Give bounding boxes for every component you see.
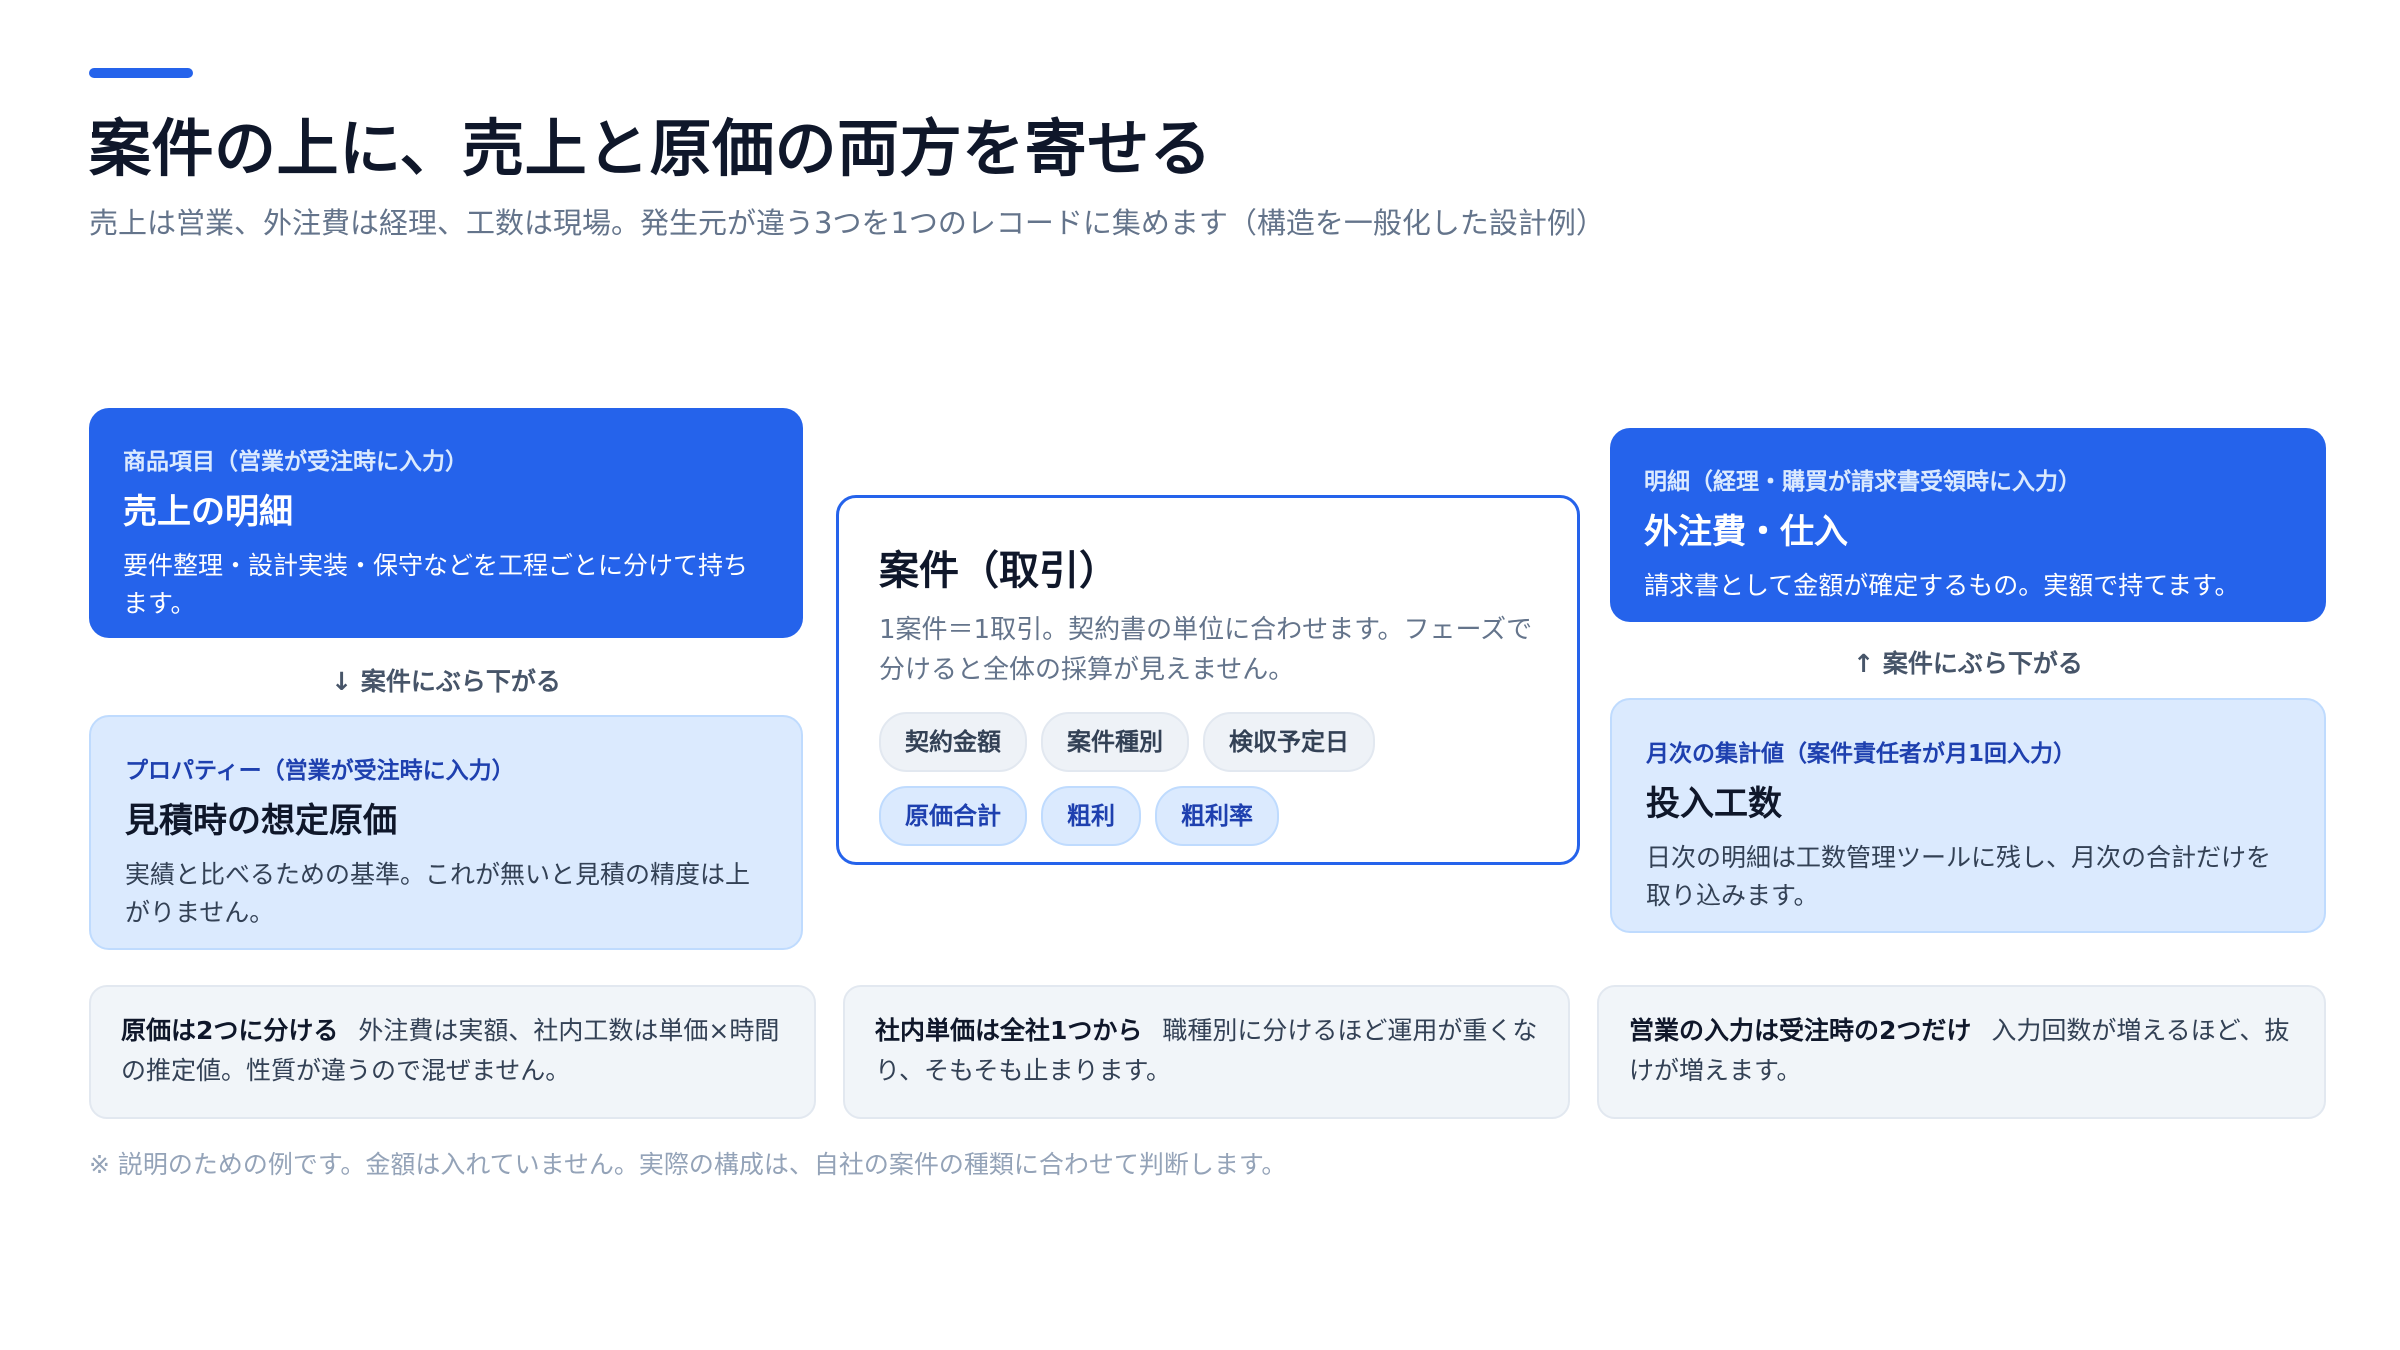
outsourcing-title: 外注費・仕入 [1644, 512, 1848, 552]
sales-detail-title: 売上の明細 [123, 492, 293, 532]
sales-detail-card: 商品項目（営業が受注時に入力） 売上の明細 要件整理・設計実装・保守などを工程ご… [89, 408, 803, 638]
estimate-cost-kicker: プロパティー（営業が受注時に入力） [125, 758, 515, 784]
outsourcing-kicker: 明細（経理・購買が請求書受領時に入力） [1644, 469, 2081, 495]
sales-detail-description: 要件整理・設計実装・保守などを工程ごとに分けて持ちます。 [123, 551, 749, 618]
field-chip-total-cost: 原価合計 [879, 786, 1027, 846]
labor-hours-description: 日次の明細は工数管理ツールに残し、月次の合計だけを取り込みます。 [1646, 843, 2272, 910]
page-title: 案件の上に、売上と原価の両方を寄せる [89, 112, 1213, 185]
estimate-cost-card: プロパティー（営業が受注時に入力） 見積時の想定原価 実績と比べるための基準。こ… [89, 715, 803, 950]
right-connector-label: ↑ 案件にぶら下がる [1853, 649, 2083, 678]
field-chip-contract-amount: 契約金額 [879, 712, 1027, 772]
labor-hours-kicker: 月次の集計値（案件責任者が月1回入力） [1646, 741, 2077, 767]
field-chip-gross-margin: 粗利率 [1155, 786, 1279, 846]
field-chip-gross-profit: 粗利 [1041, 786, 1141, 846]
outsourcing-description: 請求書として金額が確定するもの。実額で持てます。 [1644, 571, 2240, 600]
title-accent-bar [89, 68, 193, 78]
page-subtitle: 売上は営業、外注費は経理、工数は現場。発生元が違う3つを1つのレコードに集めます… [89, 206, 1605, 240]
field-chip-acceptance-date: 検収予定日 [1203, 712, 1375, 772]
left-connector-label: ↓ 案件にぶら下がる [331, 667, 561, 696]
sales-detail-kicker: 商品項目（営業が受注時に入力） [123, 449, 468, 475]
field-chip-deal-type: 案件種別 [1041, 712, 1189, 772]
outsourcing-card: 明細（経理・購買が請求書受領時に入力） 外注費・仕入 請求書として金額が確定する… [1610, 428, 2326, 622]
labor-hours-card: 月次の集計値（案件責任者が月1回入力） 投入工数 日次の明細は工数管理ツールに残… [1610, 698, 2326, 933]
deal-card: 案件（取引） 1案件＝1取引。契約書の単位に合わせます。フェーズで分けると全体の… [836, 495, 1580, 865]
note-heading: 社内単価は全社1つから [875, 1016, 1143, 1045]
note-heading: 営業の入力は受注時の2つだけ [1629, 1016, 1972, 1045]
note-heading: 原価は2つに分ける [121, 1016, 339, 1045]
estimate-cost-title: 見積時の想定原価 [125, 801, 397, 841]
footnote: ※ 説明のための例です。金額は入れていません。実際の構成は、自社の案件の種類に合… [89, 1150, 1287, 1179]
deal-profit-fields: 原価合計 粗利 粗利率 [879, 786, 1537, 846]
note-card-cost-split: 原価は2つに分ける 外注費は実額、社内工数は単価×時間の推定値。性質が違うので混ぜ… [89, 985, 816, 1119]
note-card-sales-input: 営業の入力は受注時の2つだけ 入力回数が増えるほど、抜けが増えます。 [1597, 985, 2326, 1119]
deal-basic-fields: 契約金額 案件種別 検収予定日 [879, 712, 1537, 772]
deal-description: 1案件＝1取引。契約書の単位に合わせます。フェーズで分けると全体の採算が見えませ… [879, 615, 1533, 685]
estimate-cost-description: 実績と比べるための基準。これが無いと見積の精度は上がりません。 [125, 860, 751, 927]
labor-hours-title: 投入工数 [1646, 784, 1782, 824]
deal-title: 案件（取引） [879, 548, 1119, 594]
note-card-internal-rate: 社内単価は全社1つから 職種別に分けるほど運用が重くなり、そもそも止まります。 [843, 985, 1570, 1119]
